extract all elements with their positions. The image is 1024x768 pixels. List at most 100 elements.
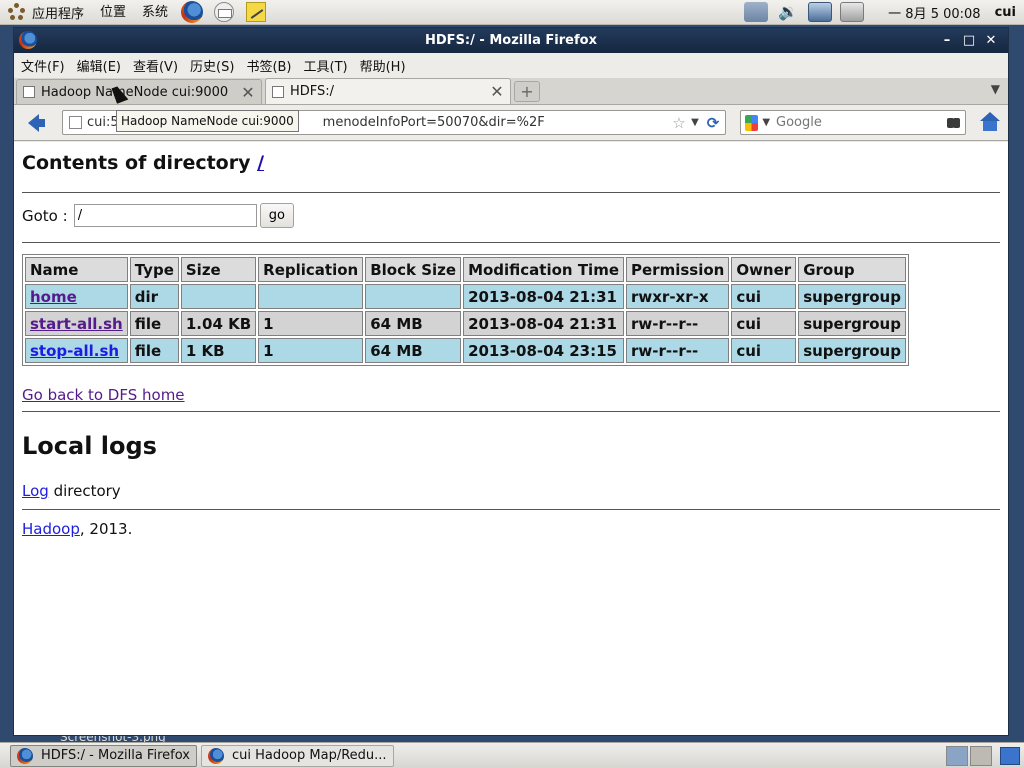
tab-label: Hadoop NameNode cui:9000 [41,84,229,100]
taskbar-firefox-window[interactable]: HDFS:/ - Mozilla Firefox [10,744,197,767]
cell-group: supergroup [798,284,906,309]
go-button[interactable]: go [259,203,294,228]
goto-form: Goto : go [22,203,1000,228]
url-suffix-part: menodeInfoPort=50070&dir=%2F [322,115,545,130]
display-icon[interactable] [808,2,833,22]
menu-applications: 应用程序 [32,6,85,22]
show-desktop-icon[interactable] [1000,746,1020,765]
log-link[interactable]: Log [22,482,49,500]
divider [22,242,1000,243]
new-tab-button[interactable]: + [514,81,540,102]
menu-system[interactable]: 系统 [134,0,176,25]
page-title-text: Contents of directory [22,152,258,174]
tab-namenode[interactable]: Hadoop NameNode cui:9000 ✕ [16,79,262,104]
firefox-icon [17,747,33,764]
window-titlebar[interactable]: HDFS:/ - Mozilla Firefox – □ ✕ [14,28,1008,53]
cell-block-size: 64 MB [365,311,462,336]
mail-launcher[interactable] [212,0,236,24]
url-history-dropdown-icon[interactable]: ▼ [688,117,702,128]
table-row: start-all.sh file 1.04 KB 1 64 MB 2013-0… [25,311,906,336]
column-header-block-size: Block Size [365,257,462,282]
entry-link[interactable]: home [30,288,77,306]
page-content: Contents of directory / Goto : go Name T… [14,142,1008,735]
goto-input[interactable] [73,204,257,227]
tab-hdfs[interactable]: HDFS:/ ✕ [265,78,511,104]
workspace-2[interactable] [970,745,992,766]
close-button[interactable]: ✕ [980,33,1002,48]
entry-link[interactable]: start-all.sh [30,315,123,333]
notes-launcher[interactable] [244,0,268,24]
applications-menu[interactable]: 应用程序 [0,0,92,25]
column-header-permission: Permission [626,257,730,282]
cell-owner: cui [731,311,797,336]
cell-modification-time: 2013-08-04 23:15 [463,338,624,363]
search-engine-dropdown-icon[interactable]: ▼ [762,117,770,128]
site-identity-icon[interactable] [69,116,82,129]
entry-link[interactable]: stop-all.sh [30,342,119,360]
menu-bookmarks[interactable]: 书签(B) [241,56,296,75]
clock[interactable]: 一 8月 5 00:08 [868,3,994,22]
cell-size: 1.04 KB [180,311,257,336]
root-directory-link[interactable]: / [257,152,264,174]
divider [22,192,1000,193]
cell-name: stop-all.sh [25,338,128,363]
cell-permission: rwxr-xr-x [626,284,730,309]
workspace-1[interactable] [946,745,968,766]
search-input[interactable] [776,115,947,130]
tab-bar: Hadoop NameNode cui:9000 ✕ HDFS:/ ✕ + ▼ [14,78,1008,105]
hadoop-link[interactable]: Hadoop [22,520,80,538]
close-icon[interactable]: ✕ [241,83,255,102]
cell-type: file [129,311,179,336]
directory-table: Name Type Size Replication Block Size Mo… [22,254,909,366]
maximize-button[interactable]: □ [958,33,980,48]
volume-icon[interactable]: 🔉 [776,2,800,22]
cell-type: file [129,338,179,363]
menubar: 文件(F) 编辑(E) 查看(V) 历史(S) 书签(B) 工具(T) 帮助(H… [14,53,1008,78]
cell-owner: cui [731,284,797,309]
cell-block-size: 64 MB [365,338,462,363]
home-icon [980,112,1000,121]
goto-label: Goto : [22,206,68,225]
column-header-group: Group [798,257,906,282]
top-panel: 应用程序 位置 系统 🔉 一 8月 5 00:08 cui [0,0,1024,25]
close-icon[interactable]: ✕ [490,82,504,101]
back-arrow-icon [27,113,45,132]
menu-help[interactable]: 帮助(H) [355,56,411,75]
home-button[interactable] [980,112,1000,132]
network-icon[interactable] [744,2,769,22]
reload-icon[interactable]: ⟳ [702,112,724,134]
local-logs-heading: Local logs [22,432,157,460]
menu-edit[interactable]: 编辑(E) [72,56,126,75]
search-bar: ▼ [740,110,966,135]
page-icon [23,86,35,98]
table-header-row: Name Type Size Replication Block Size Mo… [25,257,906,282]
divider [22,411,1000,412]
printer-icon[interactable] [840,2,865,22]
column-header-type: Type [129,257,179,282]
firefox-launcher[interactable] [180,0,204,24]
search-binoculars-icon[interactable] [946,116,961,130]
logs-row: Log directory [22,482,1000,500]
minimize-button[interactable]: – [936,33,958,48]
taskbar-mapreduce-window[interactable]: cui Hadoop Map/Redu... [200,744,394,767]
back-link-row: Go back to DFS home [22,386,1000,404]
menu-history[interactable]: 历史(S) [185,56,239,75]
cell-permission: rw-r--r-- [626,311,730,336]
bookmark-star-icon[interactable]: ☆ [670,114,688,132]
footer-suffix: , 2013. [79,520,133,538]
back-button[interactable] [22,110,48,136]
menu-file[interactable]: 文件(F) [16,56,70,75]
menu-tools[interactable]: 工具(T) [299,56,353,75]
tab-list-chevron-icon[interactable]: ▼ [991,82,1000,96]
cell-permission: rw-r--r-- [626,338,730,363]
cell-replication [258,284,364,309]
footer: Hadoop, 2013. [22,520,1000,538]
dfs-home-link[interactable]: Go back to DFS home [22,386,185,404]
google-icon[interactable] [745,114,759,131]
menu-view[interactable]: 查看(V) [128,56,183,75]
column-header-modification-time: Modification Time [463,257,624,282]
menu-places[interactable]: 位置 [92,0,134,25]
user-menu[interactable]: cui [995,5,1024,20]
bottom-panel: HDFS:/ - Mozilla Firefox cui Hadoop Map/… [0,742,1024,768]
cell-type: dir [129,284,179,309]
